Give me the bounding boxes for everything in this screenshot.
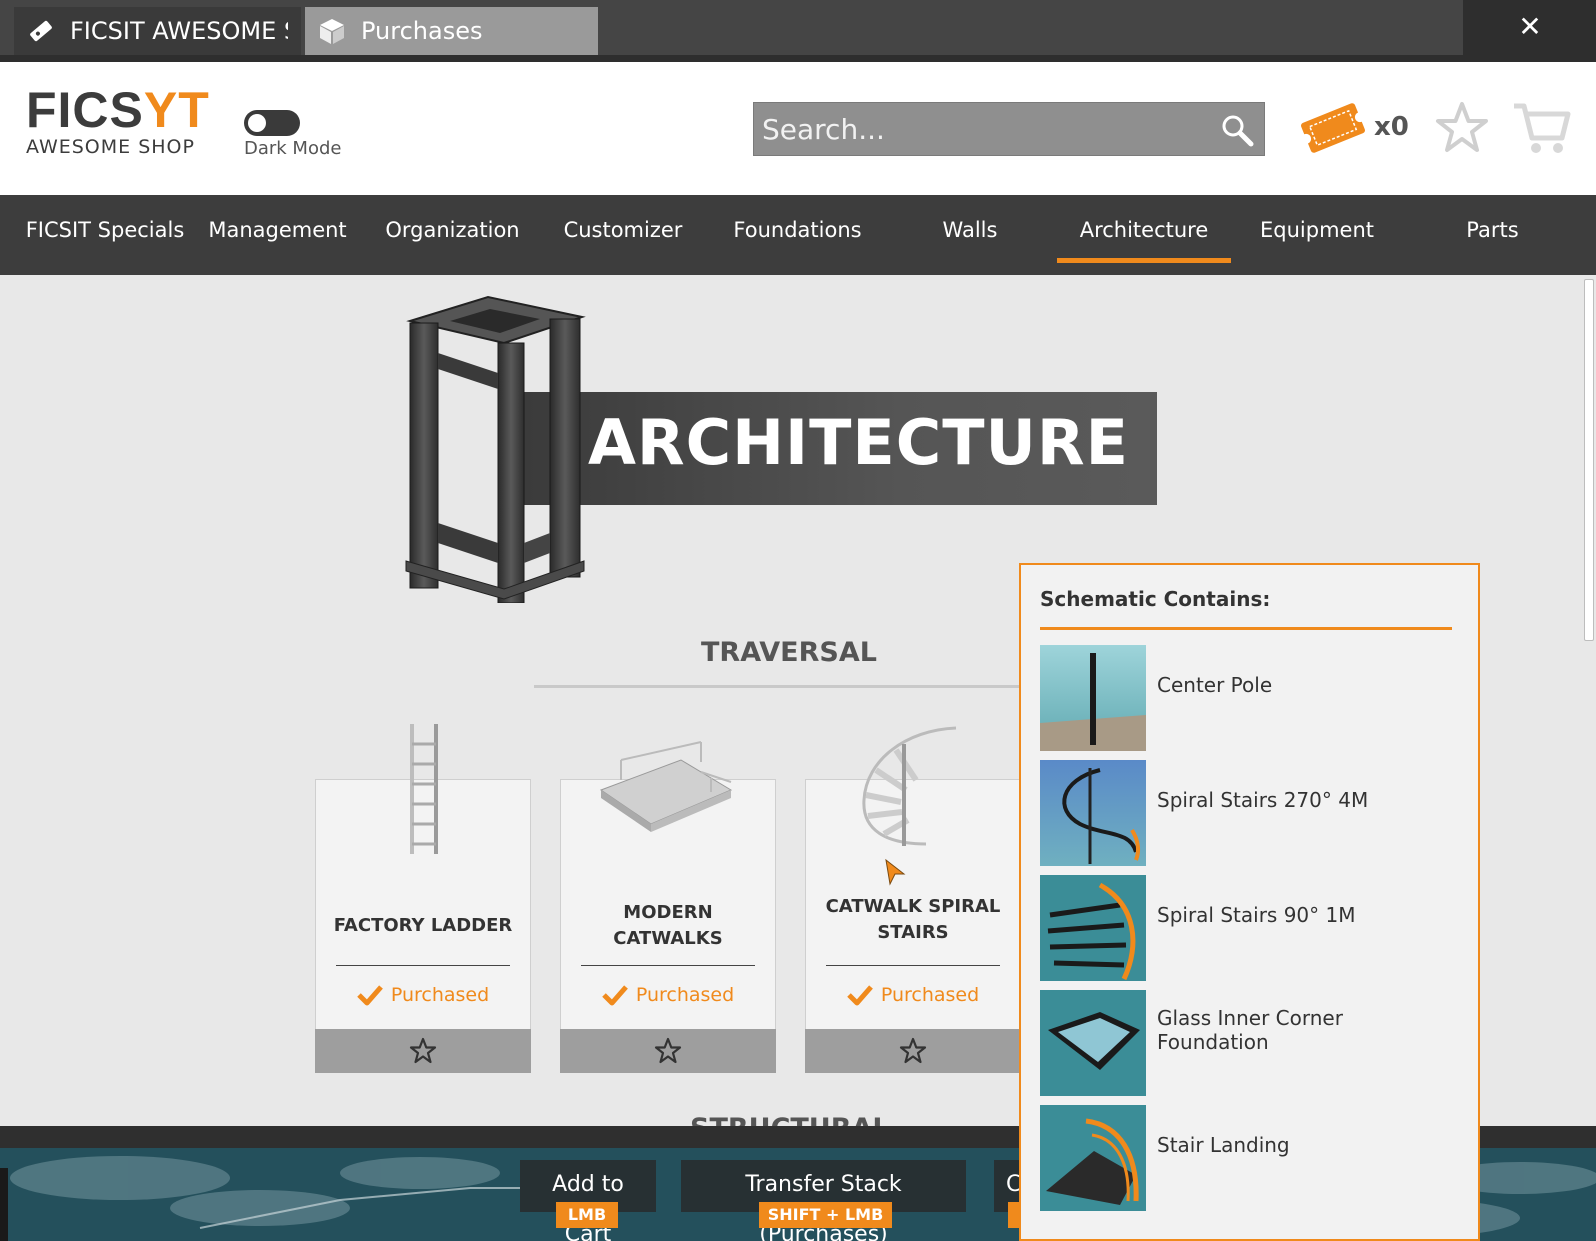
schematic-contents-popup: Schematic Contains: Center Pole Spiral S… xyxy=(1019,563,1480,1241)
architecture-pillar-image xyxy=(400,293,600,604)
popup-title: Schematic Contains: xyxy=(1040,587,1271,611)
card-divider xyxy=(581,965,755,966)
status-text: Purchased xyxy=(390,984,490,1006)
key-lmb: LMB xyxy=(556,1202,618,1228)
purchased-status: Purchased xyxy=(561,980,775,1010)
window-titlebar: FICSIT AWESOME Shop Purchases ✕ xyxy=(0,0,1596,62)
favorite-button[interactable] xyxy=(315,1029,531,1073)
factory-ladder-image xyxy=(316,720,530,870)
product-card-catwalk-spiral-stairs[interactable]: CATWALK SPIRAL STAIRS Purchased xyxy=(805,726,1021,1073)
product-card-modern-catwalks[interactable]: MODERN CATWALKS Purchased xyxy=(560,741,776,1073)
checkmark-icon xyxy=(847,985,873,1006)
tab-purchases[interactable]: Purchases xyxy=(305,7,598,55)
coupon-icon[interactable] xyxy=(1298,100,1368,156)
section-divider xyxy=(534,685,1044,688)
schematic-item: Spiral Stairs 90° 1M xyxy=(1040,875,1460,981)
logo-accent-text: YT xyxy=(143,82,210,138)
close-icon[interactable]: ✕ xyxy=(1515,10,1545,44)
nav-equipment[interactable]: Equipment xyxy=(1232,195,1402,275)
spiral-stairs-90-thumbnail xyxy=(1040,875,1146,981)
tab-label: FICSIT AWESOME Shop xyxy=(70,17,288,45)
stair-landing-thumbnail xyxy=(1040,1105,1146,1211)
tab-strip: FICSIT AWESOME Shop Purchases xyxy=(0,0,1463,55)
nav-architecture[interactable]: Architecture xyxy=(1057,195,1231,275)
card-title: FACTORY LADDER xyxy=(333,915,513,936)
card-divider xyxy=(336,965,510,966)
card-title: CATWALK SPIRAL STAIRS xyxy=(825,896,1001,943)
favorite-button[interactable] xyxy=(805,1029,1021,1073)
catwalk-spiral-stairs-image xyxy=(806,720,1020,870)
nav-management[interactable]: Management xyxy=(190,195,365,275)
dark-mode-label: Dark Mode xyxy=(244,138,342,159)
box-icon xyxy=(317,16,347,46)
search-input[interactable] xyxy=(754,103,1194,155)
nav-ficsit-specials[interactable]: FICSIT Specials xyxy=(20,195,190,275)
mouse-cursor-icon xyxy=(884,858,906,886)
search-icon[interactable] xyxy=(1220,113,1254,147)
dark-mode-toggle[interactable] xyxy=(244,110,300,136)
scrollbar-thumb[interactable] xyxy=(1584,279,1594,641)
coupon-count: x0 xyxy=(1374,112,1409,142)
item-label: Center Pole xyxy=(1157,673,1273,697)
nav-walls[interactable]: Walls xyxy=(890,195,1050,275)
item-label: Spiral Stairs 90° 1M xyxy=(1157,903,1356,927)
coupon-ticket-icon xyxy=(26,16,56,46)
center-pole-thumbnail xyxy=(1040,645,1146,751)
logo-subtitle: AWESOME SHOP xyxy=(26,136,195,158)
glass-inner-corner-foundation-thumbnail xyxy=(1040,990,1146,1096)
tab-label: Purchases xyxy=(361,17,483,45)
banner-title: ARCHITECTURE xyxy=(587,406,1129,479)
star-icon xyxy=(409,1037,437,1064)
cart-icon[interactable] xyxy=(1512,98,1572,158)
logo-text: FICS xyxy=(26,82,144,138)
schematic-item: Glass Inner Corner Foundation xyxy=(1040,990,1460,1096)
modern-catwalks-image xyxy=(561,720,775,870)
purchased-status: Purchased xyxy=(316,980,530,1010)
nav-organization[interactable]: Organization xyxy=(365,195,540,275)
purchased-status: Purchased xyxy=(806,980,1020,1010)
tab-awesome-shop[interactable]: FICSIT AWESOME Shop xyxy=(14,7,301,55)
toggle-knob xyxy=(248,114,266,132)
nav-parts[interactable]: Parts xyxy=(1405,195,1580,275)
schematic-item: Spiral Stairs 270° 4M xyxy=(1040,760,1460,866)
item-label: Stair Landing xyxy=(1157,1133,1290,1157)
category-banner: ARCHITECTURE xyxy=(512,392,1157,505)
search-box[interactable] xyxy=(753,102,1265,156)
favorite-button[interactable] xyxy=(560,1029,776,1073)
nav-customizer[interactable]: Customizer xyxy=(540,195,706,275)
product-card-factory-ladder[interactable]: FACTORY LADDER Purchased xyxy=(315,724,531,1073)
item-label: Glass Inner Corner Foundation xyxy=(1157,1006,1343,1054)
popup-divider xyxy=(1040,627,1452,630)
ficsit-logo: FICSYT AWESOME SHOP xyxy=(26,85,209,170)
status-text: Purchased xyxy=(635,984,735,1006)
checkmark-icon xyxy=(357,985,383,1006)
next-section-title: STRUCTURAL xyxy=(690,1113,890,1126)
item-label: Spiral Stairs 270° 4M xyxy=(1157,788,1369,812)
category-nav: FICSIT Specials Management Organization … xyxy=(0,195,1596,275)
schematic-item: Stair Landing xyxy=(1040,1105,1460,1211)
favorites-star-icon[interactable] xyxy=(1434,100,1490,156)
star-icon xyxy=(899,1037,927,1064)
spiral-stairs-270-thumbnail xyxy=(1040,760,1146,866)
section-title: TRAVERSAL xyxy=(701,637,877,668)
nav-foundations[interactable]: Foundations xyxy=(710,195,885,275)
checkmark-icon xyxy=(602,985,628,1006)
card-divider xyxy=(826,965,1000,966)
status-text: Purchased xyxy=(880,984,980,1006)
star-icon xyxy=(654,1037,682,1064)
card-title: MODERN CATWALKS xyxy=(613,902,723,949)
schematic-item: Center Pole xyxy=(1040,645,1460,751)
key-shift-lmb: SHIFT + LMB xyxy=(759,1202,892,1228)
